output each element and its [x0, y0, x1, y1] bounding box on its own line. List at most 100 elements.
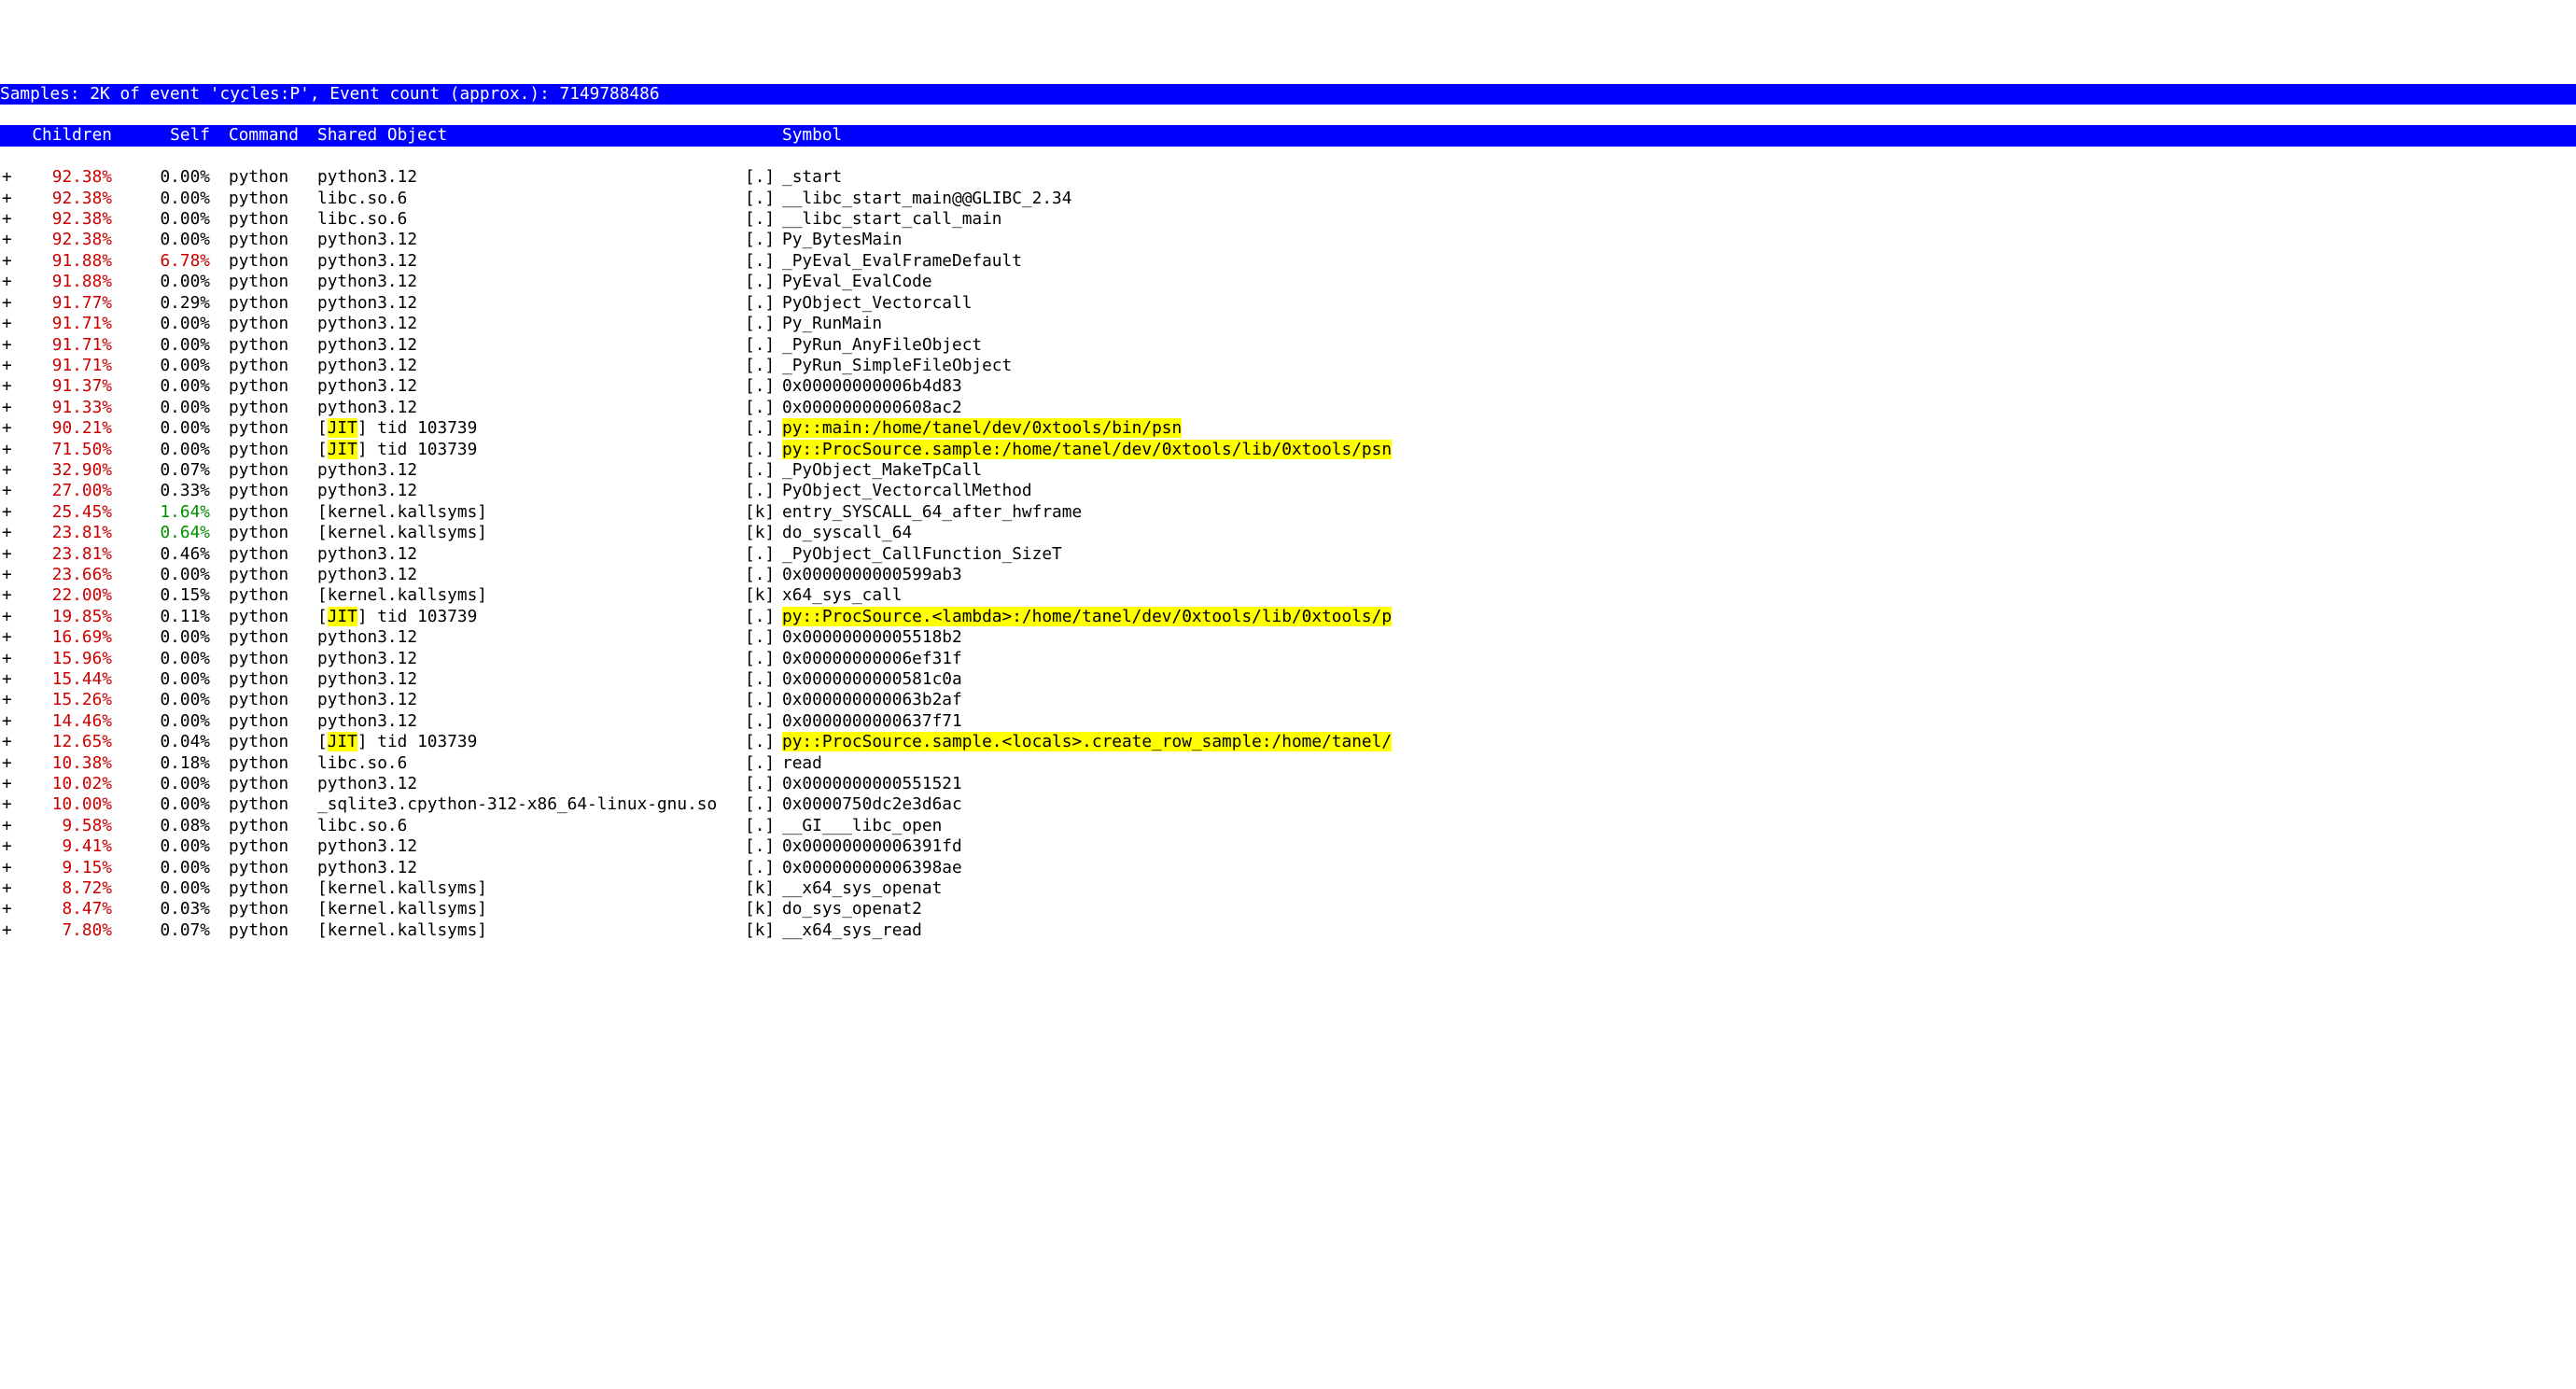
shared-object: python3.12 — [317, 167, 745, 188]
expand-icon[interactable]: + — [0, 272, 21, 292]
children-pct: 32.90% — [21, 460, 112, 481]
expand-icon[interactable]: + — [0, 460, 21, 481]
expand-icon[interactable]: + — [0, 418, 21, 439]
table-row[interactable]: +25.45%1.64%python[kernel.kallsyms][k]en… — [0, 502, 2576, 523]
expand-icon[interactable]: + — [0, 669, 21, 690]
self-pct: 0.00% — [112, 440, 210, 460]
table-row[interactable]: +91.77%0.29%pythonpython3.12[.]PyObject_… — [0, 293, 2576, 314]
command: python — [229, 335, 317, 356]
table-row[interactable]: +22.00%0.15%python[kernel.kallsyms][k]x6… — [0, 585, 2576, 606]
expand-icon[interactable]: + — [0, 481, 21, 501]
expand-icon[interactable]: + — [0, 920, 21, 941]
expand-icon[interactable]: + — [0, 502, 21, 523]
table-row[interactable]: +92.38%0.00%pythonlibc.so.6[.]__libc_sta… — [0, 189, 2576, 209]
children-pct: 23.66% — [21, 565, 112, 585]
shared-object: [kernel.kallsyms] — [317, 899, 745, 919]
table-row[interactable]: +19.85%0.11%python[JIT] tid 103739[.]py:… — [0, 607, 2576, 627]
expand-icon[interactable]: + — [0, 314, 21, 334]
expand-icon[interactable]: + — [0, 649, 21, 669]
symbol-type: [.] — [745, 314, 782, 334]
table-row[interactable]: +92.38%0.00%pythonlibc.so.6[.]__libc_sta… — [0, 209, 2576, 230]
table-row[interactable]: +8.72%0.00%python[kernel.kallsyms][k]__x… — [0, 878, 2576, 899]
symbol: _PyRun_AnyFileObject — [782, 335, 2576, 356]
command: python — [229, 816, 317, 836]
children-pct: 12.65% — [21, 732, 112, 752]
table-row[interactable]: +90.21%0.00%python[JIT] tid 103739[.]py:… — [0, 418, 2576, 439]
expand-icon[interactable]: + — [0, 335, 21, 356]
expand-icon[interactable]: + — [0, 293, 21, 314]
table-row[interactable]: +71.50%0.00%python[JIT] tid 103739[.]py:… — [0, 440, 2576, 460]
table-row[interactable]: +92.38%0.00%pythonpython3.12[.]Py_BytesM… — [0, 230, 2576, 250]
expand-icon[interactable]: + — [0, 627, 21, 648]
expand-icon[interactable]: + — [0, 607, 21, 627]
table-row[interactable]: +92.38%0.00%pythonpython3.12[.]_start — [0, 167, 2576, 188]
table-row[interactable]: +91.71%0.00%pythonpython3.12[.]_PyRun_An… — [0, 335, 2576, 356]
expand-icon[interactable]: + — [0, 356, 21, 376]
table-row[interactable]: +23.81%0.64%python[kernel.kallsyms][k]do… — [0, 523, 2576, 543]
expand-icon[interactable]: + — [0, 189, 21, 209]
table-row[interactable]: +10.38%0.18%pythonlibc.so.6[.]read — [0, 753, 2576, 774]
expand-icon[interactable]: + — [0, 711, 21, 732]
expand-icon[interactable]: + — [0, 753, 21, 774]
expand-icon[interactable]: + — [0, 209, 21, 230]
table-row[interactable]: +23.66%0.00%pythonpython3.12[.]0x0000000… — [0, 565, 2576, 585]
table-row[interactable]: +91.33%0.00%pythonpython3.12[.]0x0000000… — [0, 398, 2576, 418]
expand-icon[interactable]: + — [0, 440, 21, 460]
shared-object: python3.12 — [317, 649, 745, 669]
expand-icon[interactable]: + — [0, 690, 21, 710]
table-row[interactable]: +9.41%0.00%pythonpython3.12[.]0x00000000… — [0, 836, 2576, 857]
table-row[interactable]: +91.71%0.00%pythonpython3.12[.]_PyRun_Si… — [0, 356, 2576, 376]
jit-tag: JIT — [328, 440, 357, 459]
expand-icon[interactable]: + — [0, 899, 21, 919]
command: python — [229, 899, 317, 919]
table-row[interactable]: +8.47%0.03%python[kernel.kallsyms][k]do_… — [0, 899, 2576, 919]
table-row[interactable]: +91.71%0.00%pythonpython3.12[.]Py_RunMai… — [0, 314, 2576, 334]
table-row[interactable]: +9.15%0.00%pythonpython3.12[.]0x00000000… — [0, 858, 2576, 878]
self-pct: 0.00% — [112, 878, 210, 899]
expand-icon[interactable]: + — [0, 376, 21, 397]
table-row[interactable]: +91.88%0.00%pythonpython3.12[.]PyEval_Ev… — [0, 272, 2576, 292]
expand-icon[interactable]: + — [0, 230, 21, 250]
expand-icon[interactable]: + — [0, 816, 21, 836]
perf-header-line: Samples: 2K of event 'cycles:P', Event c… — [0, 84, 2576, 105]
table-row[interactable]: +15.96%0.00%pythonpython3.12[.]0x0000000… — [0, 649, 2576, 669]
table-row[interactable]: +10.00%0.00%python_sqlite3.cpython-312-x… — [0, 794, 2576, 815]
expand-icon[interactable]: + — [0, 251, 21, 272]
table-row[interactable]: +9.58%0.08%pythonlibc.so.6[.]__GI___libc… — [0, 816, 2576, 836]
table-row[interactable]: +23.81%0.46%pythonpython3.12[.]_PyObject… — [0, 544, 2576, 565]
expand-icon[interactable]: + — [0, 585, 21, 606]
table-row[interactable]: +15.44%0.00%pythonpython3.12[.]0x0000000… — [0, 669, 2576, 690]
symbol-type: [.] — [745, 711, 782, 732]
expand-icon[interactable]: + — [0, 858, 21, 878]
shared-object: python3.12 — [317, 774, 745, 794]
table-row[interactable]: +7.80%0.07%python[kernel.kallsyms][k]__x… — [0, 920, 2576, 941]
self-pct: 0.00% — [112, 230, 210, 250]
table-row[interactable]: +91.37%0.00%pythonpython3.12[.]0x0000000… — [0, 376, 2576, 397]
expand-icon[interactable]: + — [0, 836, 21, 857]
table-row[interactable]: +27.00%0.33%pythonpython3.12[.]PyObject_… — [0, 481, 2576, 501]
table-row[interactable]: +12.65%0.04%python[JIT] tid 103739[.]py:… — [0, 732, 2576, 752]
table-row[interactable]: +10.02%0.00%pythonpython3.12[.]0x0000000… — [0, 774, 2576, 794]
expand-icon[interactable]: + — [0, 878, 21, 899]
expand-icon[interactable]: + — [0, 544, 21, 565]
expand-icon[interactable]: + — [0, 523, 21, 543]
table-row[interactable]: +91.88%6.78%pythonpython3.12[.]_PyEval_E… — [0, 251, 2576, 272]
symbol-type: [.] — [745, 816, 782, 836]
symbol: Py_RunMain — [782, 314, 2576, 334]
symbol: do_sys_openat2 — [782, 899, 2576, 919]
shared-object: [kernel.kallsyms] — [317, 878, 745, 899]
expand-icon[interactable]: + — [0, 565, 21, 585]
expand-icon[interactable]: + — [0, 794, 21, 815]
expand-icon[interactable]: + — [0, 774, 21, 794]
symbol: Py_BytesMain — [782, 230, 2576, 250]
shared-object: python3.12 — [317, 481, 745, 501]
command: python — [229, 627, 317, 648]
shared-object: python3.12 — [317, 251, 745, 272]
table-row[interactable]: +14.46%0.00%pythonpython3.12[.]0x0000000… — [0, 711, 2576, 732]
table-row[interactable]: +16.69%0.00%pythonpython3.12[.]0x0000000… — [0, 627, 2576, 648]
expand-icon[interactable]: + — [0, 732, 21, 752]
table-row[interactable]: +15.26%0.00%pythonpython3.12[.]0x0000000… — [0, 690, 2576, 710]
table-row[interactable]: +32.90%0.07%pythonpython3.12[.]_PyObject… — [0, 460, 2576, 481]
expand-icon[interactable]: + — [0, 398, 21, 418]
expand-icon[interactable]: + — [0, 167, 21, 188]
